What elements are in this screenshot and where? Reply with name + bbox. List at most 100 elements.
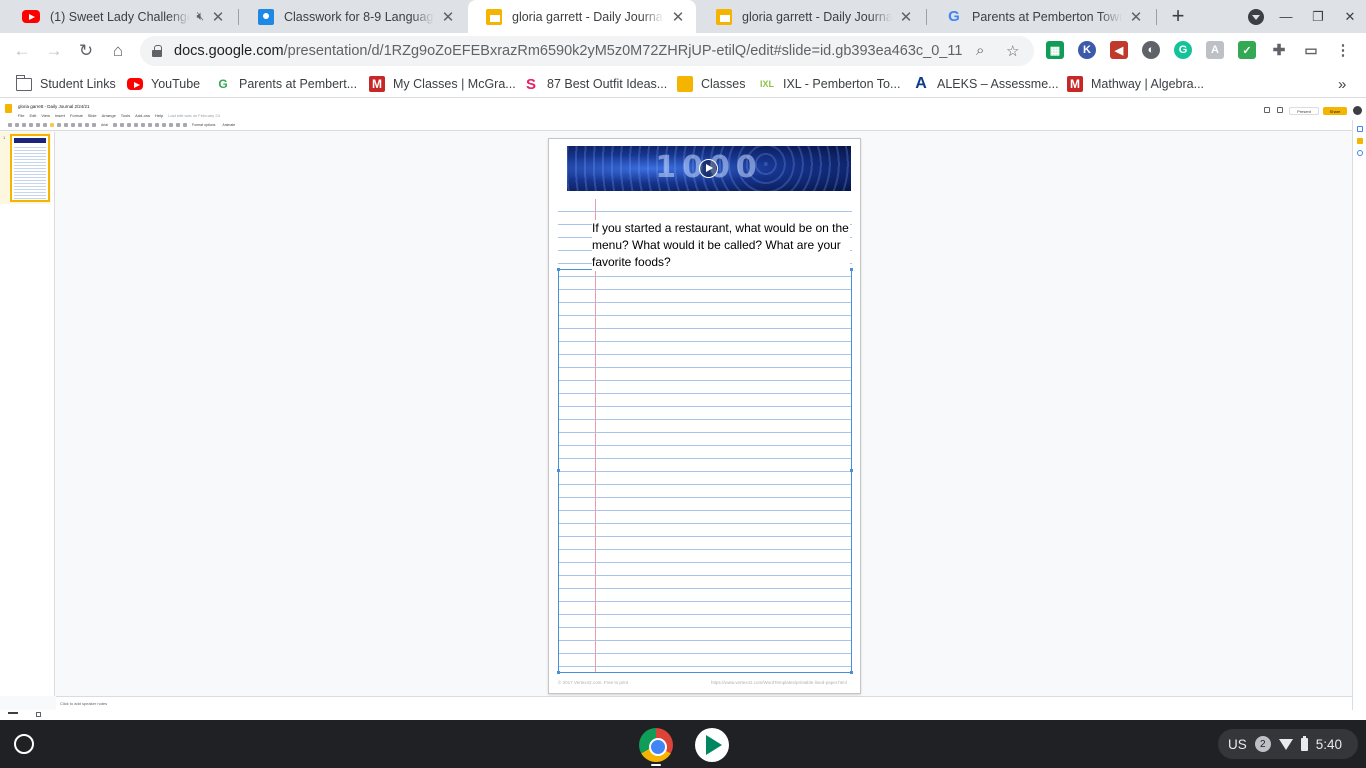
zoom-icon[interactable]: ⌕ bbox=[976, 42, 984, 59]
document-title[interactable]: gloria garrett - Daily Journal 2/24/21 bbox=[18, 104, 90, 109]
play-icon[interactable] bbox=[699, 159, 718, 178]
tab-slides-active[interactable]: gloria garrett - Daily Journal 2/ ✕ bbox=[468, 0, 696, 33]
sheets-extension-icon[interactable]: ▦ bbox=[1046, 41, 1064, 59]
bookmark-star-icon[interactable]: ☆ bbox=[1006, 42, 1019, 60]
back-icon[interactable]: ← bbox=[8, 37, 36, 65]
menu-arrange[interactable]: Arrange bbox=[102, 113, 116, 118]
minimize-icon[interactable]: — bbox=[1270, 0, 1302, 33]
tab-classroom[interactable]: Classwork for 8-9 Language N ✕ bbox=[240, 0, 466, 33]
menu-file[interactable]: File bbox=[18, 113, 24, 118]
bookmark-student-links[interactable]: Student Links bbox=[16, 74, 116, 93]
menu-view[interactable]: View bbox=[41, 113, 50, 118]
calendar-icon[interactable] bbox=[1357, 150, 1363, 156]
menu-edit[interactable]: Edit bbox=[29, 113, 36, 118]
status-tray[interactable]: US 2 5:40 bbox=[1218, 729, 1358, 759]
close-tab-icon[interactable]: ✕ bbox=[210, 9, 226, 26]
read-aloud-extension-icon[interactable]: ◐ bbox=[1142, 41, 1160, 59]
keep-icon[interactable] bbox=[1357, 126, 1363, 132]
background-icon[interactable] bbox=[92, 123, 96, 127]
resize-handle[interactable] bbox=[557, 469, 560, 472]
chrome-icon[interactable] bbox=[639, 728, 673, 762]
paint-format-icon[interactable] bbox=[36, 123, 40, 127]
font-size-icon[interactable] bbox=[113, 123, 118, 127]
slide[interactable]: 1000 If you started a restaurant, what w… bbox=[548, 138, 861, 694]
slide-thumbnail[interactable] bbox=[10, 134, 50, 202]
select-icon[interactable] bbox=[50, 123, 54, 127]
activity-icon[interactable] bbox=[1264, 107, 1270, 113]
indent-icon[interactable] bbox=[183, 123, 188, 127]
resize-handle[interactable] bbox=[850, 671, 853, 674]
close-tab-icon[interactable]: ✕ bbox=[670, 9, 686, 26]
share-button[interactable]: Share bbox=[1323, 107, 1347, 115]
menu-tools[interactable]: Tools bbox=[121, 113, 130, 118]
bookmark-parents[interactable]: G Parents at Pembert... bbox=[215, 75, 357, 93]
lock-icon[interactable] bbox=[152, 45, 162, 57]
more-menu-icon[interactable]: ⋮ bbox=[1334, 41, 1352, 59]
undo-icon[interactable] bbox=[15, 123, 19, 127]
filmstrip-view-icon[interactable] bbox=[36, 712, 41, 717]
close-tab-icon[interactable]: ✕ bbox=[1128, 9, 1144, 26]
bookmark-ixl[interactable]: IXL IXL - Pemberton To... bbox=[759, 75, 900, 93]
line-icon[interactable] bbox=[78, 123, 82, 127]
menu-insert[interactable]: Insert bbox=[55, 113, 65, 118]
shape-icon[interactable] bbox=[71, 123, 75, 127]
bookmark-mathway[interactable]: M Mathway | Algebra... bbox=[1067, 75, 1204, 93]
italic-icon[interactable] bbox=[127, 123, 132, 127]
video-banner[interactable]: 1000 bbox=[567, 146, 851, 191]
last-edit-link[interactable]: Last edit was on February 24 bbox=[168, 113, 220, 118]
resize-handle[interactable] bbox=[557, 671, 560, 674]
speaker-icon[interactable]: 🔇︎ bbox=[196, 9, 204, 24]
print-icon[interactable] bbox=[29, 123, 33, 127]
selected-textbox[interactable] bbox=[557, 268, 853, 674]
link-icon[interactable] bbox=[155, 123, 160, 127]
bookmark-mcgraw[interactable]: M My Classes | McGra... bbox=[369, 75, 516, 93]
reload-icon[interactable]: ↻ bbox=[72, 37, 100, 65]
align-icon[interactable] bbox=[162, 123, 167, 127]
close-tab-icon[interactable]: ✕ bbox=[898, 9, 914, 26]
redo-icon[interactable] bbox=[22, 123, 26, 127]
format-options-button[interactable]: Format options bbox=[192, 123, 215, 127]
tab-parents[interactable]: G Parents at Pemberton Townsh ✕ bbox=[928, 0, 1154, 33]
animate-button[interactable]: Animate bbox=[222, 123, 235, 127]
menu-help[interactable]: Help bbox=[155, 113, 163, 118]
more-bookmarks-icon[interactable]: » bbox=[1338, 75, 1346, 93]
home-icon[interactable]: ⌂ bbox=[104, 37, 132, 65]
close-tab-icon[interactable]: ✕ bbox=[440, 9, 456, 26]
tab-slides[interactable]: gloria garrett - Daily Journal 2/ ✕ bbox=[698, 0, 924, 33]
underline-icon[interactable] bbox=[134, 123, 139, 127]
bookmark-youtube[interactable]: YouTube bbox=[127, 75, 200, 93]
tasks-icon[interactable] bbox=[1357, 138, 1363, 144]
puzzle-icon[interactable]: ✚ bbox=[1270, 41, 1288, 59]
present-button[interactable]: Present bbox=[1289, 107, 1319, 115]
restore-icon[interactable]: ❐ bbox=[1302, 0, 1334, 33]
new-slide-icon[interactable] bbox=[8, 123, 12, 127]
menu-format[interactable]: Format bbox=[70, 113, 83, 118]
address-bar[interactable]: docs.google.com/presentation/d/1RZg9oZoE… bbox=[140, 36, 1034, 66]
comment-icon[interactable] bbox=[85, 123, 89, 127]
tab-search-icon[interactable] bbox=[1240, 0, 1272, 33]
menu-addons[interactable]: Add-ons bbox=[135, 113, 150, 118]
textbox-icon[interactable] bbox=[57, 123, 61, 127]
font-selector[interactable]: Arial bbox=[101, 123, 108, 127]
menu-slide[interactable]: Slide bbox=[88, 113, 97, 118]
zoom-icon[interactable] bbox=[43, 123, 47, 127]
extension-icon[interactable]: A bbox=[1206, 41, 1224, 59]
cast-icon[interactable]: ▭ bbox=[1302, 41, 1320, 59]
line-spacing-icon[interactable] bbox=[169, 123, 174, 127]
grammarly-extension-icon[interactable]: G bbox=[1174, 41, 1192, 59]
comments-icon[interactable] bbox=[1277, 107, 1283, 113]
account-avatar[interactable] bbox=[1353, 106, 1362, 115]
checklist-extension-icon[interactable]: ✓ bbox=[1238, 41, 1256, 59]
play-store-icon[interactable] bbox=[695, 728, 729, 762]
forward-icon[interactable]: → bbox=[40, 37, 68, 65]
bold-icon[interactable] bbox=[120, 123, 125, 127]
highlight-icon[interactable] bbox=[148, 123, 153, 127]
slides-logo-icon[interactable] bbox=[5, 104, 12, 113]
resize-handle[interactable] bbox=[850, 469, 853, 472]
bookmark-outfit[interactable]: S 87 Best Outfit Ideas... bbox=[523, 75, 667, 93]
text-color-icon[interactable] bbox=[141, 123, 146, 127]
speaker-notes[interactable]: Click to add speaker notes bbox=[56, 696, 1352, 710]
resize-handle[interactable] bbox=[557, 268, 560, 271]
new-tab-icon[interactable]: + bbox=[1166, 4, 1190, 28]
announce-extension-icon[interactable]: ◀ bbox=[1110, 41, 1128, 59]
